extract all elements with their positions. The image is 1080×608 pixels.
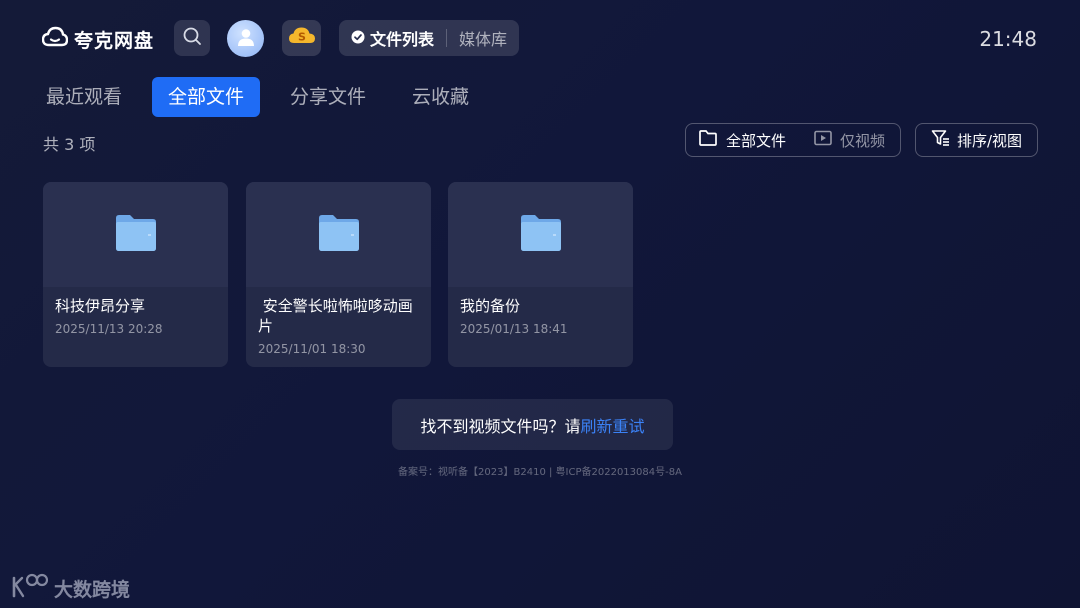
watermark: 大数跨境 <box>10 572 130 604</box>
refresh-notice: 找不到视频文件吗？请 刷新重试 <box>392 399 673 450</box>
folder-card[interactable]: 安全警长啦怖啦哆动画片 2025/11/01 18:30 <box>246 182 431 367</box>
folder-info: 安全警长啦怖啦哆动画片 2025/11/01 18:30 <box>246 287 431 365</box>
notice-text: 找不到视频文件吗？请 <box>420 416 581 436</box>
search-icon <box>182 26 202 50</box>
refresh-retry-link[interactable]: 刷新重试 <box>581 413 645 437</box>
membership-button[interactable]: S <box>282 20 321 56</box>
folder-info: 科技伊昂分享 2025/11/13 20:28 <box>43 287 228 345</box>
folder-name: 我的备份 <box>460 297 521 315</box>
user-avatar[interactable] <box>227 20 264 57</box>
watermark-logo-icon <box>10 572 49 604</box>
folder-icon <box>520 214 562 256</box>
check-circle-icon <box>351 29 365 48</box>
filter-all-files[interactable]: 全部文件 <box>698 129 786 151</box>
watermark-text: 大数跨境 <box>54 578 131 601</box>
sort-view-button[interactable]: 排序/视图 <box>915 123 1038 157</box>
segment-media-library[interactable]: 媒体库 <box>459 26 507 50</box>
cloud-coin-icon: S <box>288 25 316 51</box>
icp-record: 备案号：视听备【2023】B2410 | 粤ICP备2022013084号-8A <box>398 467 682 478</box>
segment-file-list-label: 文件列表 <box>370 30 435 49</box>
folder-date: 2025/01/13 18:41 <box>460 322 568 336</box>
folder-card[interactable]: 科技伊昂分享 2025/11/13 20:28 <box>43 182 228 367</box>
folder-name: 安全警长啦怖啦哆动画片 <box>258 297 413 335</box>
filter-all-files-label: 全部文件 <box>726 131 787 150</box>
segment-file-list[interactable]: 文件列表 <box>351 26 434 50</box>
filter-video-only[interactable]: 仅视频 <box>814 130 885 151</box>
folder-date: 2025/11/01 18:30 <box>258 342 366 356</box>
folder-thumbnail <box>43 182 228 287</box>
search-button[interactable] <box>174 20 210 56</box>
video-icon <box>814 130 832 150</box>
folder-thumbnail <box>246 182 431 287</box>
view-segment: 文件列表 媒体库 <box>339 20 520 56</box>
folder-card[interactable]: 我的备份 2025/01/13 18:41 <box>448 182 633 367</box>
folder-thumbnail <box>448 182 633 287</box>
clock: 21:48 <box>979 27 1037 51</box>
tab-cloud-favorites[interactable]: 云收藏 <box>396 77 485 117</box>
folder-icon <box>318 214 360 256</box>
cloud-icon <box>41 26 69 52</box>
segment-divider <box>446 29 448 47</box>
tab-bar: 最近观看 全部文件 分享文件 云收藏 <box>30 77 485 117</box>
filter-video-only-label: 仅视频 <box>840 131 886 150</box>
app-logo: 夸克网盘 <box>41 24 155 54</box>
file-filter: 全部文件 仅视频 <box>685 123 901 157</box>
folder-outline-icon <box>698 129 718 151</box>
app-name: 夸克网盘 <box>74 29 155 52</box>
svg-text:S: S <box>298 31 306 44</box>
tab-shared-files[interactable]: 分享文件 <box>274 77 382 117</box>
tab-recent[interactable]: 最近观看 <box>30 77 138 117</box>
filter-icon <box>931 129 951 151</box>
user-icon <box>235 26 257 52</box>
folder-date: 2025/11/13 20:28 <box>55 322 163 336</box>
sort-view-label: 排序/视图 <box>956 131 1023 150</box>
item-count: 共 3 项 <box>43 135 96 154</box>
folder-name: 科技伊昂分享 <box>55 297 146 315</box>
tab-all-files[interactable]: 全部文件 <box>152 77 261 117</box>
folder-info: 我的备份 2025/01/13 18:41 <box>448 287 633 345</box>
folder-icon <box>115 214 157 256</box>
